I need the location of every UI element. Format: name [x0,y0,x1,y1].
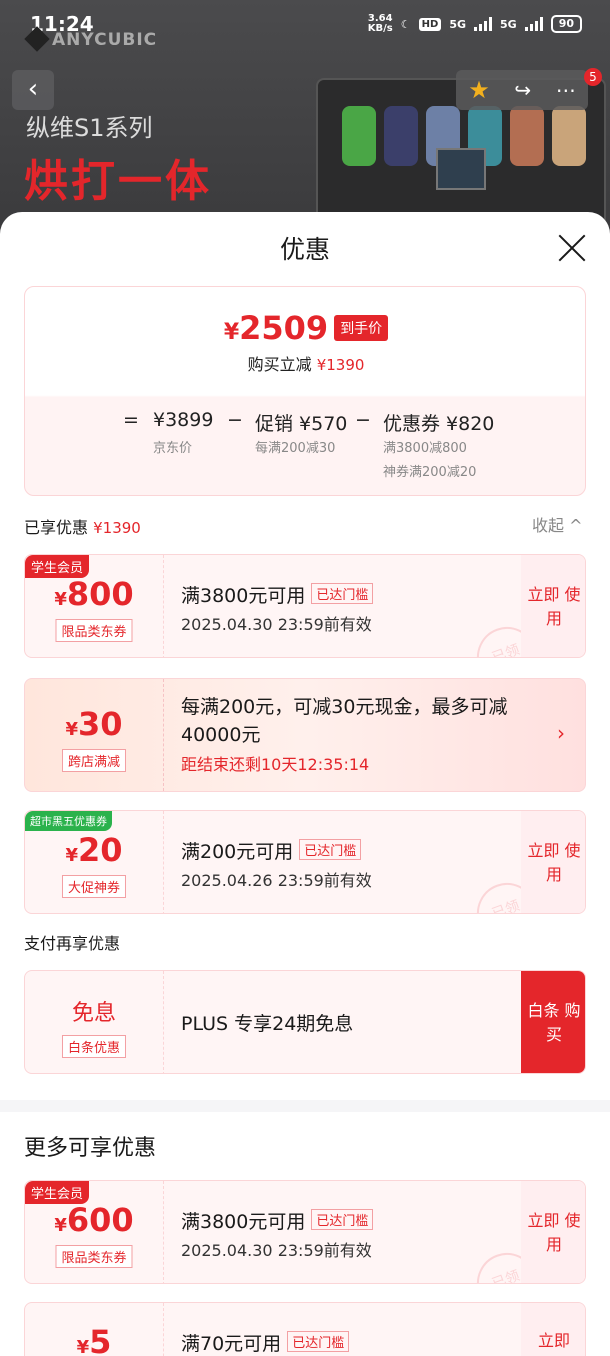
coupon-validity: 2025.04.30 23:59前有效 [181,1241,372,1260]
sheet-title: 优惠 [279,235,330,264]
chevron-left-icon: ‹ [27,74,39,104]
anycubic-logo-icon [24,26,50,52]
equals-sign: = [123,409,139,431]
more-discounts-title: 更多可享优惠 [24,1136,157,1161]
moon-icon: ☾ [400,17,411,31]
coupon-amount: ¥20 [65,831,123,869]
use-coupon-button[interactable]: 立即 使用 [521,555,585,657]
coupon-badge: 学生会员 [25,555,90,578]
network-speed: 3.64 KB/s [367,13,393,34]
coupon-amount: ¥600 [54,1201,134,1239]
payment-discount-label: 支付再享优惠 [24,934,121,953]
top-action-bar: ★ ↪ ⋯ [456,70,588,110]
status-icons: 3.64 KB/s ☾ HD 5G 5G 90 [368,14,582,34]
discount-sheet: 优惠 ¥2509 到手价 购买立减 ¥1390 = ¥3899 京东价 − 促销 … [0,212,610,1356]
coupon-label: 神券满200减20 [383,465,477,480]
coupon-value: 优惠券 ¥820 [383,413,495,435]
use-coupon-button[interactable]: 立即 [521,1303,585,1356]
plus-installment-text: PLUS 专享24期免息 [181,1013,354,1035]
signal-icon [474,17,492,31]
coupon-kind: 限品类东券 [55,619,133,642]
banner-headline: 烘打一体 [24,156,212,207]
network-label: 5G [500,17,517,31]
promotion-card[interactable]: ¥30 跨店满减 每满200元，可减30元现金，最多可减40000元 距结束还剩… [24,678,586,792]
promotion-amount: ¥30 [65,705,123,743]
coupon-condition: 满3800元可用 已达门槛 [181,1207,374,1234]
jd-price-label: 京东价 [153,441,193,456]
coupon-card: ¥800 限品类东券 学生会员 满3800元可用 已达门槛 2025.04.30 … [24,554,586,658]
product-banner: 11:24 3.64 KB/s ☾ HD 5G 5G 90 ANYCUBIC 纵… [0,0,610,240]
printer-screen-icon [436,148,486,190]
promotion-kind: 跨店满减 [61,749,127,772]
coupon-kind: 大促神券 [61,875,127,898]
section-divider [0,1100,610,1112]
coupon-amount: ¥5 [76,1323,112,1356]
coupon-amount: ¥800 [54,575,134,613]
final-price-tag: 到手价 [334,315,389,341]
chevron-right-icon: › [557,721,565,745]
coupon-badge: 学生会员 [25,1181,90,1204]
coupon-badge: 超市黑五优惠券 [25,811,112,831]
final-price: ¥2509 [223,309,329,347]
baitiao-buy-button[interactable]: 白条 购买 [521,971,585,1073]
more-icon[interactable]: ⋯ [556,78,576,102]
network-label: 5G [449,17,466,31]
price-summary: ¥2509 到手价 购买立减 ¥1390 = ¥3899 京东价 − 促销 ¥57… [24,286,586,496]
promotion-countdown: 距结束还剩10天12:35:14 [181,755,370,774]
coupon-card: ¥5 满70元可用 已达门槛 立即 [24,1302,586,1356]
coupon-validity: 2025.04.26 23:59前有效 [181,871,372,890]
share-icon[interactable]: ↪ [514,78,531,102]
coupon-validity: 2025.04.30 23:59前有效 [181,615,372,634]
coupon-card: ¥20 大促神券 超市黑五优惠券 满200元可用 已达门槛 2025.04.26 … [24,810,586,914]
coupon-card: ¥600 限品类东券 学生会员 满3800元可用 已达门槛 2025.04.30 … [24,1180,586,1284]
notification-badge: 5 [584,68,602,86]
collapse-button[interactable]: 收起 ^ [532,512,583,536]
star-icon[interactable]: ★ [468,76,490,104]
use-coupon-button[interactable]: 立即 使用 [521,1181,585,1283]
signal-icon [524,17,543,31]
jd-price: ¥3899 [153,409,214,431]
coupon-label: 满3800减800 [383,441,467,456]
promo-value: 促销 ¥570 [255,413,348,435]
use-coupon-button[interactable]: 立即 使用 [521,811,585,913]
enjoyed-discount-label: 已享优惠 ¥1390 [24,518,141,537]
coupon-condition: 满3800元可用 已达门槛 [181,581,374,608]
banner-series: 纵维S1系列 [26,114,153,142]
minus-sign: − [227,409,243,431]
payment-card: 免息 白条优惠 PLUS 专享24期免息 白条 购买 [24,970,586,1074]
minus-sign: − [355,409,371,431]
close-icon[interactable] [556,232,588,264]
hd-icon: HD [418,17,442,31]
promotion-description: 每满200元，可减30元现金，最多可减40000元 [181,696,508,746]
promo-label: 每满200减30 [255,441,336,456]
back-button[interactable]: ‹ [12,70,54,110]
coupon-kind: 限品类东券 [55,1245,133,1268]
battery-icon: 90 [550,15,582,33]
coupon-condition: 满70元可用 已达门槛 [181,1329,350,1356]
payment-kind: 白条优惠 [61,1035,127,1058]
interest-free-title: 免息 [71,1001,116,1026]
brand-logo: ANYCUBIC [24,26,157,52]
discount-total: 购买立减 ¥1390 [247,355,365,374]
coupon-condition: 满200元可用 已达门槛 [181,837,362,864]
